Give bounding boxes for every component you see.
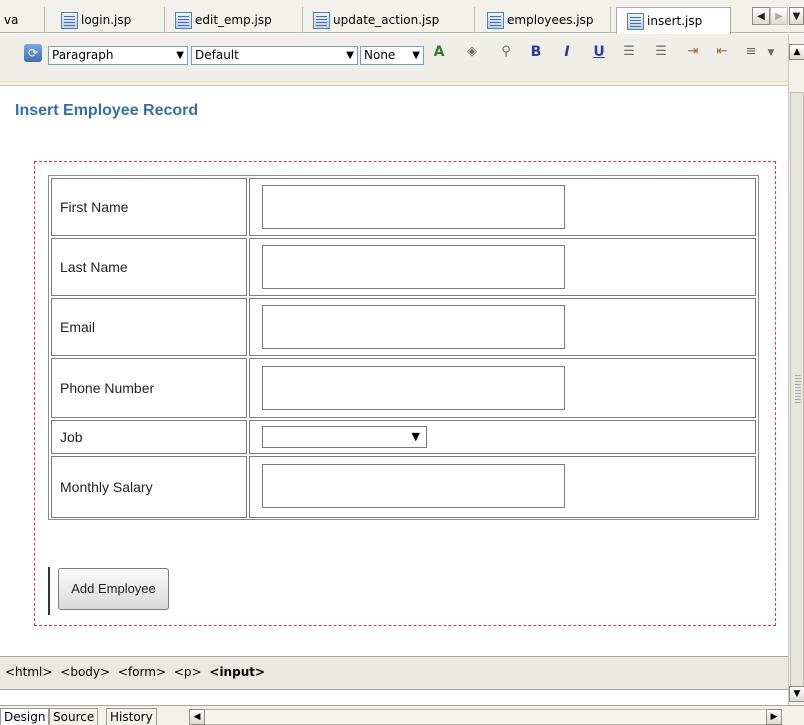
breadcrumb-input[interactable]: <input> (209, 665, 265, 679)
grip-icon (795, 375, 801, 405)
bold-icon[interactable]: B (527, 44, 545, 60)
field-cell (249, 298, 756, 356)
chevron-right-icon: ▶ (775, 10, 783, 22)
chevron-down-icon: ▼ (176, 50, 184, 61)
breadcrumb-body[interactable]: <body> (60, 665, 110, 679)
tab-history[interactable]: History (106, 708, 157, 725)
link-icon[interactable]: ⚲ (497, 44, 515, 59)
align-icon[interactable]: ≡ (742, 44, 760, 59)
scroll-up-button[interactable]: ▲ (789, 44, 804, 60)
chevron-down-icon: ▼ (411, 430, 420, 443)
email-input[interactable] (262, 305, 565, 349)
tag-breadcrumb: <html> <body> <form> <p> <input> (0, 656, 788, 690)
field-label: First Name (51, 178, 247, 236)
editor-tab-bar: va login.jsp edit_emp.jsp update_action.… (0, 0, 804, 34)
scroll-tabs-left-button[interactable]: ◀ (752, 7, 770, 25)
text-color-icon[interactable]: A (430, 44, 448, 60)
last-name-input[interactable] (262, 245, 565, 289)
breadcrumb-html[interactable]: <html> (5, 665, 52, 679)
tab-source[interactable]: Source (49, 708, 99, 725)
field-label: Monthly Salary (51, 456, 247, 518)
tab-update-action-jsp[interactable]: update_action.jsp (305, 7, 475, 33)
chevron-left-icon: ◀ (193, 712, 201, 722)
block-format-select[interactable]: Paragraph ▼ (48, 46, 188, 65)
chevron-down-icon: ▼ (793, 689, 801, 699)
font-select[interactable]: Default ▼ (191, 46, 358, 65)
table-row: Email (51, 298, 756, 356)
field-cell (249, 456, 756, 518)
size-value: None (364, 48, 396, 62)
font-value: Default (195, 48, 239, 62)
phone-number-input[interactable] (262, 366, 565, 410)
block-format-value: Paragraph (52, 48, 114, 62)
vertical-scrollbar[interactable]: ▲ ▼ (788, 34, 804, 705)
size-select[interactable]: None ▼ (360, 46, 424, 65)
tab-label: edit_emp.jsp (195, 13, 272, 27)
tab-label: employees.jsp (507, 13, 594, 27)
outdent-icon[interactable]: ⇤ (713, 44, 731, 59)
formatting-toolbar: ⟳ Paragraph ▼ Default ▼ None ▼ A ◈ ⚲ B I… (0, 34, 788, 86)
ordered-list-icon[interactable]: ☰ (620, 44, 638, 59)
tab-java-file[interactable]: va (0, 7, 45, 33)
tab-login-jsp[interactable]: login.jsp (47, 7, 165, 33)
table-row: Monthly Salary (51, 456, 756, 518)
chevron-down-icon: ▼ (792, 10, 801, 22)
scroll-left-button[interactable]: ◀ (189, 709, 205, 725)
employee-form-table: First Name Last Name Email Phone Number … (48, 175, 759, 520)
field-label: Email (51, 298, 247, 356)
breadcrumb-p[interactable]: <p> (174, 665, 202, 679)
jsp-file-icon (487, 11, 504, 29)
tab-label: insert.jsp (647, 14, 703, 28)
field-label: Phone Number (51, 358, 247, 418)
field-label: Job (51, 420, 247, 454)
tab-list-dropdown[interactable]: ▼ (789, 7, 804, 25)
field-cell (249, 238, 756, 296)
tab-edit-emp-jsp[interactable]: edit_emp.jsp (167, 7, 303, 33)
field-cell (249, 178, 756, 236)
chevron-left-icon: ◀ (757, 10, 765, 22)
table-row: Phone Number (51, 358, 756, 418)
tab-label: update_action.jsp (333, 13, 440, 27)
add-employee-button[interactable]: Add Employee (58, 568, 169, 610)
chevron-down-icon: ▼ (412, 50, 420, 61)
page-title: Insert Employee Record (15, 102, 199, 119)
job-select[interactable]: ▼ (262, 426, 427, 448)
jsp-file-icon (313, 11, 330, 29)
horizontal-scrollbar[interactable]: ◀ ▶ (189, 709, 782, 725)
scroll-tabs-right-button[interactable]: ▶ (770, 7, 788, 25)
toolbar-divider (0, 81, 788, 85)
monthly-salary-input[interactable] (262, 464, 565, 508)
text-cursor (48, 567, 50, 615)
chevron-right-icon: ▶ (770, 712, 778, 722)
tab-label: va (4, 13, 19, 27)
unordered-list-icon[interactable]: ☰ (652, 44, 670, 59)
italic-icon[interactable]: I (558, 44, 576, 60)
jsp-file-icon (175, 11, 192, 29)
highlight-icon[interactable]: ◈ (463, 44, 481, 59)
chevron-down-icon[interactable]: ▼ (762, 48, 780, 58)
refresh-icon[interactable]: ⟳ (24, 44, 42, 62)
indent-icon[interactable]: ⇥ (684, 44, 702, 59)
chevron-up-icon: ▲ (793, 47, 801, 57)
table-row: Last Name (51, 238, 756, 296)
jsp-file-icon (61, 11, 78, 29)
first-name-input[interactable] (262, 185, 565, 229)
chevron-down-icon: ▼ (346, 50, 354, 61)
scrollbar-thumb[interactable] (790, 92, 804, 688)
scroll-right-button[interactable]: ▶ (766, 709, 782, 725)
editor-bottom-bar: Design Source History ◀ ▶ (0, 705, 804, 725)
table-row: First Name (51, 178, 756, 236)
breadcrumb-form[interactable]: <form> (118, 665, 166, 679)
scroll-down-button[interactable]: ▼ (789, 686, 804, 702)
underline-icon[interactable]: U (590, 44, 608, 60)
jsp-file-icon (627, 12, 644, 30)
field-cell (249, 358, 756, 418)
tab-design[interactable]: Design (0, 708, 50, 725)
tab-insert-jsp[interactable]: insert.jsp (616, 7, 731, 34)
table-row: Job ▼ (51, 420, 756, 454)
tab-label: login.jsp (81, 13, 132, 27)
field-cell: ▼ (249, 420, 756, 454)
tab-employees-jsp[interactable]: employees.jsp (477, 7, 611, 33)
field-label: Last Name (51, 238, 247, 296)
